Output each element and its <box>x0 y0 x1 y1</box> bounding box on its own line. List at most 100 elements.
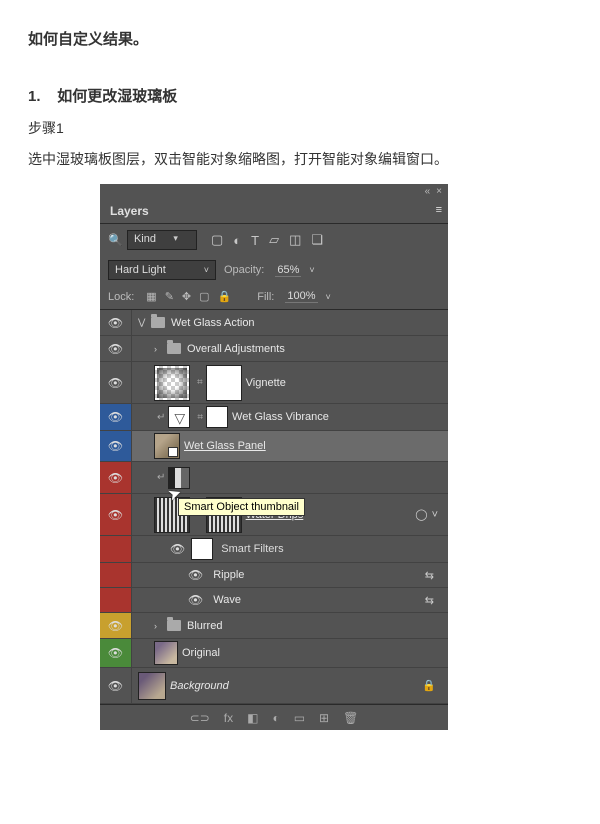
mask-thumbnail[interactable] <box>206 406 228 428</box>
close-icon[interactable]: × <box>436 186 442 197</box>
layer-vignette[interactable]: 👁 ⌗ Vignette <box>100 362 448 404</box>
filter-shape-icon[interactable]: ▱ <box>269 232 279 248</box>
panel-menu-icon[interactable]: ≡ <box>430 198 448 223</box>
group-icon[interactable]: ▭ <box>294 711 305 725</box>
visibility-icon[interactable]: 👁 <box>108 342 123 356</box>
layer-name: Wet Glass Vibrance <box>232 411 329 423</box>
visibility-icon[interactable]: 👁 <box>108 410 123 424</box>
mask-icon[interactable]: ◧ <box>247 711 258 725</box>
layer-name: Original <box>182 647 220 659</box>
layer-name: Background <box>170 680 229 692</box>
folder-icon <box>167 343 181 354</box>
filter-type-icons: ▢ ◐ T ▱ ◫ ❏ <box>211 232 323 248</box>
tab-layers[interactable]: Layers <box>100 198 159 223</box>
visibility-icon[interactable]: 👁 <box>108 316 123 330</box>
filter-misc-icon[interactable]: ❏ <box>311 232 323 248</box>
visibility-icon[interactable]: 👁 <box>108 471 123 485</box>
lock-position-icon[interactable]: ✥ <box>182 290 191 303</box>
fx-chevron-icon[interactable]: ˅ <box>432 509 438 521</box>
visibility-icon[interactable]: 👁 <box>108 646 123 660</box>
fill-value[interactable]: 100% <box>285 290 317 303</box>
layer-original[interactable]: 👁 Original <box>100 639 448 668</box>
folder-icon <box>151 317 165 328</box>
lock-icon[interactable]: 🔒 <box>422 679 436 692</box>
layer-group-overall-adjustments[interactable]: 👁 › Overall Adjustments <box>100 336 448 362</box>
section-title: 如何更改湿玻璃板 <box>57 88 177 105</box>
twisty-closed-icon[interactable]: › <box>154 344 164 354</box>
visibility-icon[interactable]: 👁 <box>108 508 123 522</box>
filter-name: Wave <box>213 594 241 606</box>
link-layers-icon[interactable]: ⊂⊃ <box>190 711 210 725</box>
lock-transparency-icon[interactable]: ▦ <box>146 290 156 303</box>
layer-thumbnail[interactable] <box>154 365 190 401</box>
filter-name: Ripple <box>213 569 244 581</box>
trash-icon[interactable]: 🗑 <box>343 711 358 725</box>
layer-group-wet-glass-action[interactable]: 👁 ⋁ Wet Glass Action <box>100 310 448 336</box>
filter-smart-icon[interactable]: ◫ <box>289 232 301 248</box>
step-description: 选中湿玻璃板图层，双击智能对象缩略图，打开智能对象编辑窗口。 <box>28 148 572 170</box>
filter-wave[interactable]: 👁 Wave ⇆ <box>100 588 448 613</box>
filter-mask-thumbnail[interactable] <box>191 538 213 560</box>
layer-name: Wet Glass Action <box>171 317 255 329</box>
fx-circle-icon[interactable]: ◯ <box>415 508 427 521</box>
layer-name: Blurred <box>187 620 222 632</box>
filter-ripple[interactable]: 👁 Ripple ⇆ <box>100 563 448 588</box>
chevron-down-icon[interactable]: ˅ <box>326 292 331 302</box>
visibility-icon[interactable]: 👁 <box>108 679 123 693</box>
layer-wet-glass-vibrance[interactable]: 👁 ↵ ⌗ Wet Glass Vibrance <box>100 404 448 431</box>
filter-edit-icon[interactable]: ⇆ <box>425 594 434 607</box>
visibility-icon[interactable]: 👁 <box>170 542 185 556</box>
intro-text: 如何自定义结果。 <box>28 28 572 49</box>
filter-edit-icon[interactable]: ⇆ <box>425 569 434 582</box>
search-icon[interactable]: 🔍 <box>108 233 123 247</box>
layer-group-blurred[interactable]: 👁 › Blurred <box>100 613 448 639</box>
blend-mode-select[interactable]: Hard Light ˅ <box>108 260 216 280</box>
visibility-icon[interactable]: 👁 <box>108 376 123 390</box>
panel-titlebar: « × <box>100 184 448 198</box>
clip-icon: ↵ <box>157 412 165 423</box>
layer-thumbnail[interactable] <box>138 672 166 700</box>
new-layer-icon[interactable]: ⊞ <box>319 711 329 725</box>
step-label: 步骤1 <box>28 118 572 138</box>
filter-kind-label: Kind <box>134 233 156 245</box>
opacity-value[interactable]: 65% <box>275 264 301 277</box>
lock-paint-icon[interactable]: ✎ <box>165 290 174 303</box>
layer-thumbnail[interactable] <box>168 467 190 489</box>
link-icon: ⌗ <box>197 377 203 388</box>
smart-object-thumbnail[interactable] <box>154 433 180 459</box>
adjustment-thumbnail[interactable] <box>168 406 190 428</box>
chevron-down-icon[interactable]: ˅ <box>309 265 314 275</box>
tooltip: Smart Object thumbnail <box>178 498 305 516</box>
lock-frame-icon[interactable]: ▢ <box>199 290 209 303</box>
visibility-icon[interactable]: 👁 <box>188 593 203 607</box>
visibility-icon[interactable]: 👁 <box>108 619 123 633</box>
layer-name: Vignette <box>246 377 286 389</box>
lock-label: Lock: <box>108 291 134 303</box>
lock-all-icon[interactable]: 🔒 <box>218 290 232 303</box>
layer-thumbnail[interactable] <box>154 641 178 665</box>
filter-kind-select[interactable]: Kind ▾ <box>127 230 197 250</box>
layer-smartobject-sub[interactable]: 👁 ↵ ➤ Smart Object thumbnail <box>100 462 448 494</box>
visibility-icon[interactable]: 👁 <box>188 568 203 582</box>
adjustment-icon[interactable]: ◐ <box>272 711 279 725</box>
chevron-down-icon: ▾ <box>173 233 178 244</box>
layer-name: Overall Adjustments <box>187 343 285 355</box>
fx-icon[interactable]: fx <box>224 711 233 725</box>
visibility-icon[interactable]: 👁 <box>108 439 123 453</box>
collapse-icon[interactable]: « <box>425 186 431 197</box>
twisty-open-icon[interactable]: ⋁ <box>138 317 148 328</box>
twisty-closed-icon[interactable]: › <box>154 621 164 631</box>
link-icon: ⌗ <box>197 412 203 423</box>
panel-footer: ⊂⊃ fx ◧ ◐ ▭ ⊞ 🗑 <box>100 704 448 730</box>
layer-background[interactable]: 👁 Background 🔒 <box>100 668 448 704</box>
layer-wet-glass-panel[interactable]: 👁 Wet Glass Panel <box>100 431 448 462</box>
filter-pixel-icon[interactable]: ▢ <box>211 232 223 248</box>
panel-tabs: Layers ≡ <box>100 198 448 224</box>
section-number: 1. <box>28 88 41 105</box>
layer-name: Smart Filters <box>221 543 283 555</box>
mask-thumbnail[interactable] <box>206 365 242 401</box>
filter-type-icon[interactable]: T <box>251 233 259 248</box>
filter-adjust-icon[interactable]: ◐ <box>233 233 241 248</box>
layer-smart-filters[interactable]: 👁 Smart Filters <box>100 536 448 563</box>
blend-mode-value: Hard Light <box>115 264 166 276</box>
